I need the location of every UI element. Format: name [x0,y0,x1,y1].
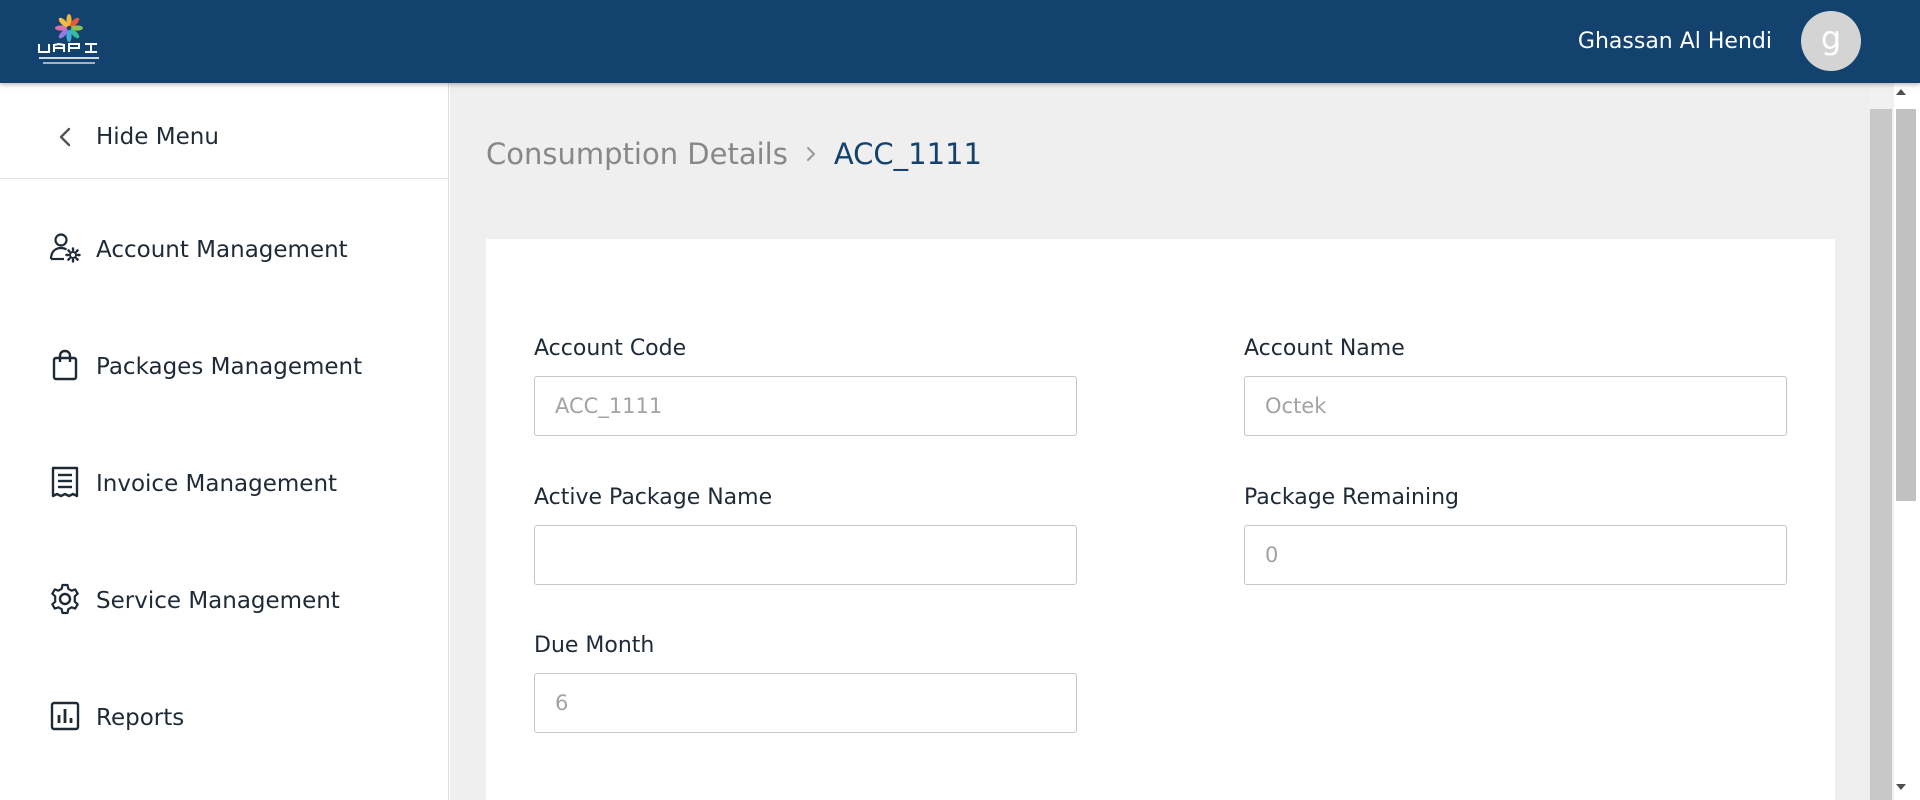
gear-icon [48,582,82,616]
active-package-name-field: Active Package Name [534,483,1077,585]
sidebar-item-label: Invoice Management [96,471,338,497]
sidebar-item-label: Service Management [96,588,340,614]
account-code-input[interactable] [534,376,1077,436]
due-month-field: Due Month [534,631,1077,733]
active-package-name-input[interactable] [534,525,1077,585]
package-remaining-field: Package Remaining [1244,483,1787,585]
sidebar-item-account-management[interactable]: Account Management [0,217,449,281]
account-name-input[interactable] [1244,376,1787,436]
hide-menu-button[interactable]: Hide Menu [0,111,449,179]
active-package-name-label: Active Package Name [534,485,773,510]
scrollbar-thumb[interactable] [1896,109,1916,501]
avatar[interactable]: g [1801,11,1861,71]
sidebar-item-service-management[interactable]: Service Management [0,568,449,632]
sidebar-item-invoice-management[interactable]: Invoice Management [0,451,449,515]
top-header: Ghassan Al Hendi g [0,0,1920,83]
account-code-label: Account Code [534,336,687,361]
hide-menu-label: Hide Menu [96,124,219,150]
consumption-details-card: Account Code Account Name Active Package… [486,239,1835,800]
account-code-field: Account Code [534,334,1077,436]
sidebar-item-label: Reports [96,705,185,731]
sidebar-item-label: Account Management [96,237,348,263]
package-remaining-label: Package Remaining [1244,485,1460,510]
avatar-initial: g [1820,19,1842,57]
chevron-left-icon [59,127,71,147]
uapi-logo[interactable] [33,10,105,72]
account-name-field: Account Name [1244,334,1787,436]
breadcrumb-root[interactable]: Consumption Details [486,135,788,173]
user-name[interactable]: Ghassan Al Hendi [1578,28,1772,56]
due-month-label: Due Month [534,633,655,658]
vertical-scrollbar[interactable] [1870,83,1920,800]
due-month-input[interactable] [534,673,1077,733]
shopping-bag-icon [48,348,82,382]
uapi-logo-icon [38,14,99,64]
receipt-icon [48,465,82,499]
sidebar-item-reports[interactable]: Reports [0,685,449,749]
scroll-down-icon[interactable] [1896,784,1906,790]
breadcrumb: Consumption Details ACC_1111 [486,135,982,173]
sidebar-item-label: Packages Management [96,354,363,380]
account-name-label: Account Name [1244,336,1405,361]
inner-scrollbar-thumb[interactable] [1870,109,1892,800]
package-remaining-input[interactable] [1244,525,1787,585]
user-gear-icon [48,231,82,265]
sidebar: Hide Menu Account Management Packages Ma… [0,83,449,800]
breadcrumb-current: ACC_1111 [833,137,982,171]
chevron-right-icon [806,147,815,161]
sidebar-item-packages-management[interactable]: Packages Management [0,334,449,398]
bar-chart-icon [48,699,82,733]
scroll-up-icon[interactable] [1896,89,1906,95]
main-content: Consumption Details ACC_1111 Account Cod… [450,83,1870,800]
